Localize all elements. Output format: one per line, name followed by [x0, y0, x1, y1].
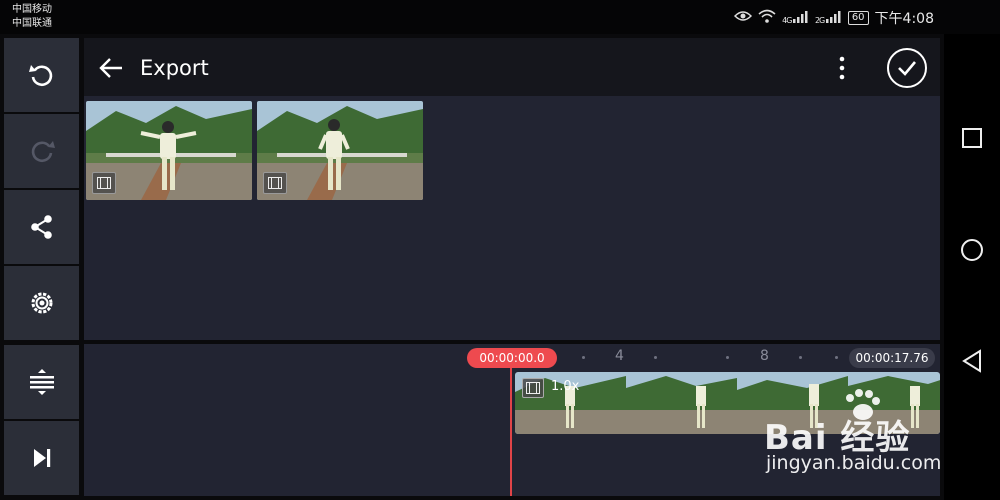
ruler-tick: [582, 356, 585, 359]
network-type-1: 4G: [782, 16, 792, 25]
ruler-label-4: 4: [615, 348, 624, 364]
ruler-tick: [726, 356, 729, 359]
clock: 下午4:08: [874, 11, 934, 27]
ruler-tick: [654, 356, 657, 359]
system-back-button[interactable]: [958, 347, 986, 375]
system-nav-bar: [944, 34, 1000, 500]
ruler-label-8: 8: [760, 348, 769, 364]
circle-icon: [961, 239, 983, 261]
signal-icon-1: 4G: [782, 11, 809, 25]
media-browser: [84, 96, 940, 340]
film-icon: [263, 172, 287, 194]
carrier-label-2: 中国联通: [12, 18, 52, 29]
ruler-tick: [835, 356, 838, 359]
share-icon: [30, 215, 52, 239]
app-header: Export: [84, 38, 940, 96]
more-options-button[interactable]: [830, 55, 854, 81]
home-button[interactable]: [958, 236, 986, 264]
status-bar: 中国移动 中国联通 4G 2G 60 下午4:08: [0, 0, 1000, 34]
ruler-tick: [799, 356, 802, 359]
eye-icon: [734, 10, 753, 26]
battery-icon: 60: [847, 11, 869, 25]
recents-button[interactable]: [958, 124, 986, 152]
confirm-button[interactable]: [887, 48, 927, 88]
media-clip-thumbnail-2[interactable]: [257, 101, 423, 200]
watermark-url: jingyan.baidu.com: [766, 452, 942, 474]
settings-button[interactable]: [4, 266, 79, 340]
media-clip-thumbnail-1[interactable]: [86, 101, 252, 200]
clip-speed-label: 1.0x: [551, 379, 580, 394]
playhead-time-badge[interactable]: 00:00:00.0: [467, 348, 557, 368]
skip-to-end-button[interactable]: [4, 421, 79, 495]
signal-icon-2: 2G: [815, 11, 842, 25]
triangle-back-icon: [962, 349, 981, 373]
status-indicators: 4G 2G 60 下午4:08: [734, 8, 934, 28]
network-type-2: 2G: [814, 16, 825, 25]
more-vertical-icon: [839, 56, 845, 80]
settings-icon: [31, 292, 52, 314]
clip-frame-2: [626, 372, 737, 434]
film-icon: [522, 378, 544, 398]
total-duration-badge: 00:00:17.76: [849, 348, 935, 368]
square-icon: [962, 128, 982, 148]
playhead-line[interactable]: [510, 368, 512, 496]
redo-icon: [31, 141, 55, 163]
page-title: Export: [140, 56, 209, 80]
left-toolbar: [4, 38, 80, 496]
track-adjust-button[interactable]: [4, 345, 79, 419]
undo-button[interactable]: [4, 38, 79, 112]
back-button[interactable]: [98, 55, 124, 81]
arrow-left-icon: [99, 58, 122, 78]
redo-button[interactable]: [4, 114, 79, 188]
film-icon: [92, 172, 116, 194]
skip-to-end-icon: [33, 449, 50, 467]
wifi-icon: [758, 9, 776, 27]
baidu-watermark: Bai 经验 jingyan.baidu.com: [764, 388, 950, 488]
undo-icon: [28, 65, 52, 87]
track-adjust-icon: [29, 369, 54, 395]
check-icon: [898, 61, 916, 76]
share-button[interactable]: [4, 190, 79, 264]
carrier-label-1: 中国移动: [12, 4, 52, 15]
